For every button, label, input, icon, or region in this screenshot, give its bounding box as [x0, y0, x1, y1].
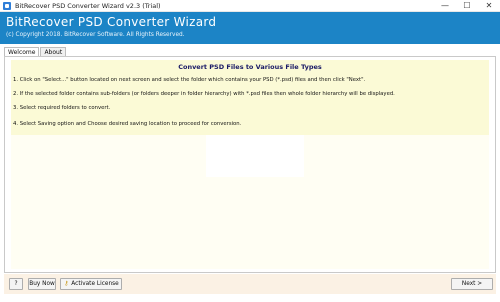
content-area — [11, 135, 489, 269]
buy-now-button[interactable]: Buy Now — [28, 278, 56, 290]
activate-license-button[interactable]: ⚷ Activate License — [60, 278, 122, 290]
activate-license-label: Activate License — [71, 281, 119, 287]
instruction-step-2: 2. If the selected folder contains sub-f… — [13, 91, 395, 97]
key-icon: ⚷ — [64, 280, 69, 287]
window-title: BitRecover PSD Converter Wizard v2.3 (Tr… — [15, 1, 161, 10]
window-controls: — ☐ ✕ — [434, 0, 500, 12]
app-header: BitRecover PSD Converter Wizard (c) Copy… — [0, 12, 500, 44]
instruction-step-4: 4. Select Saving option and Choose desir… — [13, 121, 242, 127]
instruction-step-3: 3. Select required folders to convert. — [13, 105, 111, 111]
title-bar: BitRecover PSD Converter Wizard v2.3 (Tr… — [0, 0, 500, 12]
help-button[interactable]: ? — [9, 278, 23, 290]
minimize-button[interactable]: — — [434, 0, 456, 12]
app-title: BitRecover PSD Converter Wizard — [6, 15, 217, 29]
instructions-title: Convert PSD Files to Various File Types — [178, 63, 322, 71]
welcome-panel: Convert PSD Files to Various File Types … — [4, 56, 496, 273]
instruction-step-1: 1. Click on "Select..." button located o… — [13, 77, 366, 83]
next-button[interactable]: Next > — [451, 278, 493, 290]
instructions-box: Convert PSD Files to Various File Types … — [11, 60, 489, 135]
copyright-text: (c) Copyright 2018. BitRecover Software.… — [6, 32, 185, 38]
footer-bar: ? Buy Now ⚷ Activate License Next > — [4, 274, 496, 294]
close-button[interactable]: ✕ — [478, 0, 500, 12]
app-icon — [3, 1, 11, 10]
image-placeholder — [206, 135, 304, 177]
maximize-button[interactable]: ☐ — [456, 0, 478, 12]
